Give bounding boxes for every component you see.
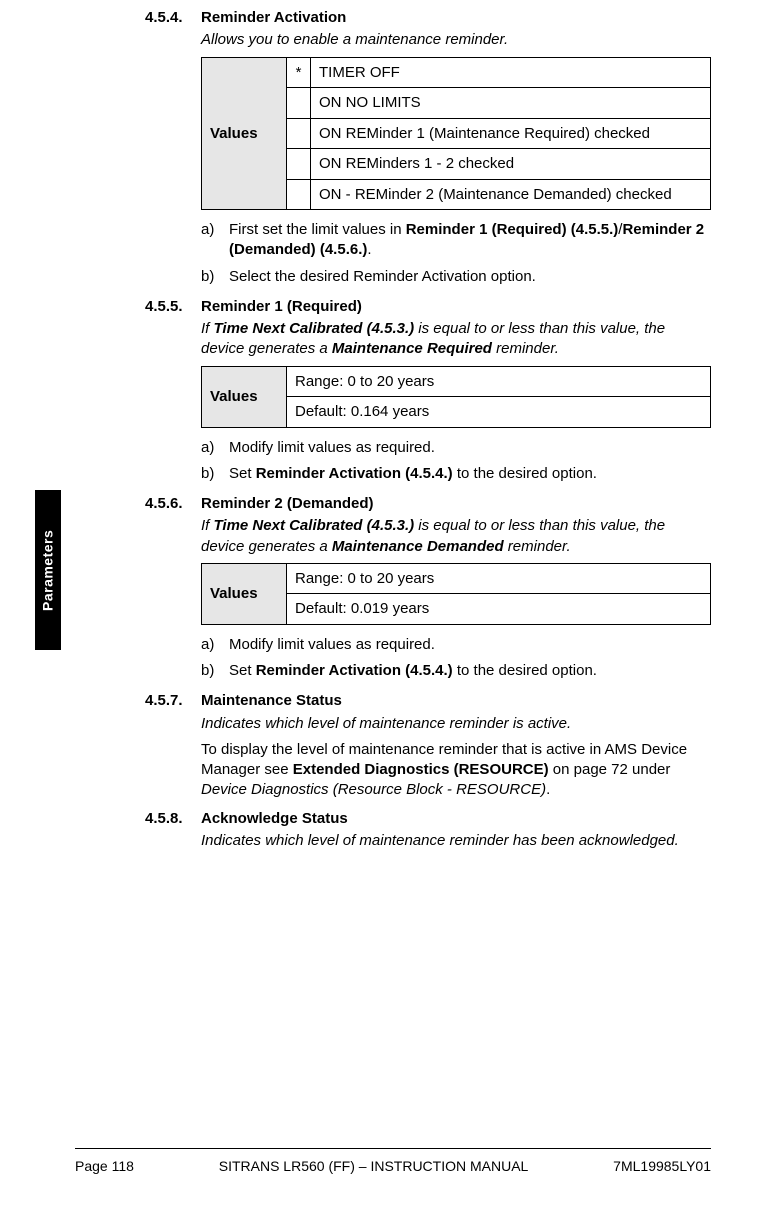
list-item: b) Select the desired Reminder Activatio…	[201, 267, 711, 287]
reference-link: Reminder 1 (Required) (4.5.5.)	[406, 221, 619, 238]
reference-link: Reminder Activation (4.5.4.)	[256, 465, 453, 482]
values-table: Values * TIMER OFF ON NO LIMITS ON REMin…	[201, 57, 711, 211]
default-marker-empty	[287, 118, 311, 149]
page-footer: Page 118 SITRANS LR560 (FF) – INSTRUCTIO…	[75, 1148, 711, 1176]
section-number: 4.5.5.	[145, 297, 201, 317]
list-marker: b)	[201, 661, 229, 681]
section-4-5-4: 4.5.4. Reminder Activation Allows you to…	[145, 8, 711, 287]
step-text: .	[367, 241, 371, 258]
default-marker-empty	[287, 149, 311, 180]
emphasis: Maintenance Demanded	[332, 538, 504, 555]
section-paragraph: To display the level of maintenance remi…	[201, 740, 711, 801]
table-label-cell: Values	[202, 563, 287, 624]
section-number: 4.5.7.	[145, 691, 201, 711]
table-label-cell: Values	[202, 57, 287, 210]
list-marker: b)	[201, 464, 229, 484]
section-description: If Time Next Calibrated (4.5.3.) is equa…	[201, 516, 711, 557]
values-table: Values Range: 0 to 20 years Default: 0.0…	[201, 563, 711, 625]
list-marker: a)	[201, 438, 229, 458]
range-cell: Range: 0 to 20 years	[287, 563, 711, 594]
section-title: Maintenance Status	[201, 691, 711, 711]
value-option: ON REMinders 1 - 2 checked	[311, 149, 711, 180]
list-marker: b)	[201, 267, 229, 287]
list-marker: a)	[201, 220, 229, 261]
reference-link: Time Next Calibrated (4.5.3.)	[214, 517, 415, 534]
step-text: Set	[229, 465, 256, 482]
value-option: ON - REMinder 2 (Maintenance Demanded) c…	[311, 179, 711, 210]
reference-link: Extended Diagnostics (RESOURCE)	[293, 761, 549, 778]
section-title: Reminder 2 (Demanded)	[201, 494, 711, 514]
footer-page-number: Page 118	[75, 1157, 134, 1176]
value-option: TIMER OFF	[311, 57, 711, 88]
section-description: If Time Next Calibrated (4.5.3.) is equa…	[201, 319, 711, 360]
step-text: to the desired option.	[453, 662, 597, 679]
section-description: Indicates which level of maintenance rem…	[201, 714, 711, 734]
footer-manual-title: SITRANS LR560 (FF) – INSTRUCTION MANUAL	[219, 1157, 529, 1176]
section-4-5-8: 4.5.8. Acknowledge Status Indicates whic…	[145, 809, 711, 852]
list-item: b) Set Reminder Activation (4.5.4.) to t…	[201, 464, 711, 484]
section-number: 4.5.4.	[145, 8, 201, 28]
section-4-5-5: 4.5.5. Reminder 1 (Required) If Time Nex…	[145, 297, 711, 484]
step-text: First set the limit values in	[229, 221, 406, 238]
list-marker: a)	[201, 635, 229, 655]
side-tab-parameters: Parameters	[35, 490, 61, 650]
list-item: b) Set Reminder Activation (4.5.4.) to t…	[201, 661, 711, 681]
table-label-cell: Values	[202, 366, 287, 427]
step-text: Set	[229, 662, 256, 679]
emphasis: Device Diagnostics (Resource Block - RES…	[201, 781, 546, 798]
section-title: Reminder Activation	[201, 8, 711, 28]
default-cell: Default: 0.164 years	[287, 397, 711, 428]
step-text: to the desired option.	[453, 465, 597, 482]
section-description: Indicates which level of maintenance rem…	[201, 831, 711, 851]
step-text: Modify limit values as required.	[229, 438, 711, 458]
step-list: a) Modify limit values as required. b) S…	[201, 438, 711, 485]
section-4-5-6: 4.5.6. Reminder 2 (Demanded) If Time Nex…	[145, 494, 711, 681]
list-item: a) First set the limit values in Reminde…	[201, 220, 711, 261]
default-marker: *	[287, 57, 311, 88]
section-title: Reminder 1 (Required)	[201, 297, 711, 317]
section-description: Allows you to enable a maintenance remin…	[201, 30, 711, 50]
reference-link: Reminder Activation (4.5.4.)	[256, 662, 453, 679]
step-list: a) Modify limit values as required. b) S…	[201, 635, 711, 682]
default-marker-empty	[287, 88, 311, 119]
step-list: a) First set the limit values in Reminde…	[201, 220, 711, 287]
step-text: Modify limit values as required.	[229, 635, 711, 655]
value-option: ON NO LIMITS	[311, 88, 711, 119]
reference-link: Time Next Calibrated (4.5.3.)	[214, 320, 415, 337]
emphasis: Maintenance Required	[332, 340, 492, 357]
list-item: a) Modify limit values as required.	[201, 438, 711, 458]
range-cell: Range: 0 to 20 years	[287, 366, 711, 397]
default-cell: Default: 0.019 years	[287, 594, 711, 625]
footer-doc-id: 7ML19985LY01	[613, 1157, 711, 1176]
default-marker-empty	[287, 179, 311, 210]
values-table: Values Range: 0 to 20 years Default: 0.1…	[201, 366, 711, 428]
section-4-5-7: 4.5.7. Maintenance Status Indicates whic…	[145, 691, 711, 800]
value-option: ON REMinder 1 (Maintenance Required) che…	[311, 118, 711, 149]
list-item: a) Modify limit values as required.	[201, 635, 711, 655]
section-number: 4.5.8.	[145, 809, 201, 829]
section-number: 4.5.6.	[145, 494, 201, 514]
step-text: Select the desired Reminder Activation o…	[229, 267, 711, 287]
main-content: 4.5.4. Reminder Activation Allows you to…	[145, 8, 711, 859]
section-title: Acknowledge Status	[201, 809, 711, 829]
